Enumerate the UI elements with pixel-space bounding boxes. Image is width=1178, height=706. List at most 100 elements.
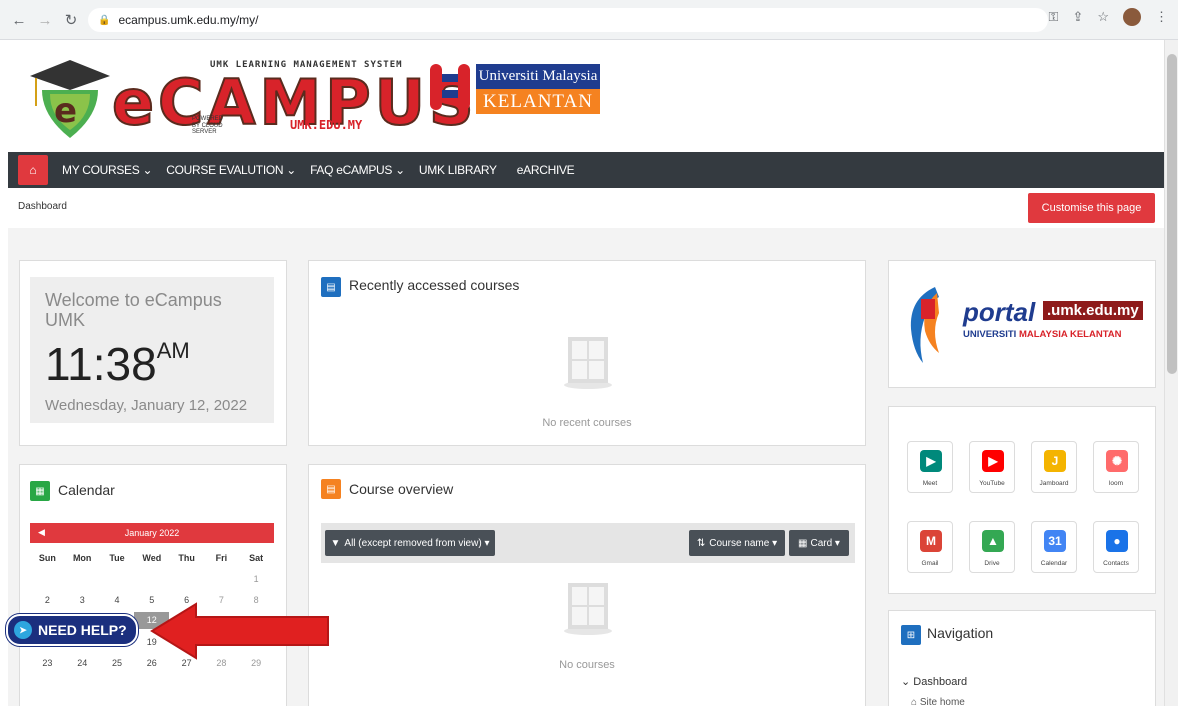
recent-courses-block: ▤ Recently accessed courses No recent co… [308,260,866,446]
navigation-block: ⊞ Navigation ⌄ Dashboard ⌂ Site home [888,610,1156,706]
contacts-icon: ● [1106,530,1128,552]
calendar-day[interactable]: 1 [239,574,274,584]
profile-avatar[interactable] [1123,8,1141,26]
app-label: Calendar [1040,560,1068,567]
app-label: Jamboard [1039,480,1069,487]
main-navbar: ⌂ MY COURSES ⌄ COURSE EVALUTION ⌄ FAQ eC… [8,152,1164,188]
app-tile-gmail[interactable]: M Gmail [907,521,953,573]
gmail-icon: M [920,530,942,552]
clock-display: 11:38AM [45,338,190,390]
breadcrumb: Dashboard Customise this page [8,188,1164,228]
address-bar[interactable]: 🔒 ecampus.umk.edu.my/my/ [88,8,1048,32]
portal-brand: portal [963,297,1036,327]
calendar-day[interactable]: 23 [30,658,65,668]
app-label: YouTube [979,480,1005,487]
app-tile-contacts[interactable]: ● Contacts [1093,521,1139,573]
app-tile-calendar[interactable]: 31 Calendar [1031,521,1077,573]
chevron-down-icon: ⌄ [901,676,911,688]
calendar-prev-icon[interactable]: ◀ [38,527,45,538]
graduation-cap-icon: e [30,60,110,138]
nav-earchive[interactable]: eARCHIVE [517,163,575,177]
no-recent-courses-text: No recent courses [542,417,632,429]
app-label: Contacts [1103,560,1129,567]
calendar-day[interactable]: 4 [100,595,135,605]
calendar-day[interactable]: 24 [65,658,100,668]
app-tile-youtube[interactable]: ▶ YouTube [969,441,1015,493]
empty-courses-icon [564,337,612,389]
share-icon[interactable]: ⇪ [1072,9,1083,25]
back-icon[interactable]: ← [8,9,30,31]
app-tile-loom[interactable]: ✺ loom [1093,441,1139,493]
meet-icon: ▶ [920,450,942,472]
youtube-icon: ▶ [982,450,1004,472]
welcome-greeting: Welcome to eCampus UMK [45,290,222,330]
nav-my-courses[interactable]: MY COURSES ⌄ [62,163,153,177]
nav-umk-library[interactable]: UMK LIBRARY [419,163,497,177]
customise-page-button[interactable]: Customise this page [1028,193,1155,223]
portal-logo[interactable]: portal .umk.edu.my UNIVERSITI MALAYSIA K… [903,279,1143,369]
app-tile-meet[interactable]: ▶ Meet [907,441,953,493]
sort-icon: ⇅ [696,537,706,549]
lock-icon: 🔒 [98,14,111,26]
calendar-day[interactable]: 2 [30,595,65,605]
calendar-block: ▦ Calendar ◀ January 2022 Sun Mon Tue Wed Th… [19,464,287,706]
calendar-weekday: Wed [142,552,162,563]
recent-courses-icon: ▤ [321,277,341,297]
navigation-icon: ⊞ [901,625,921,645]
portal-domain: .umk.edu.my [1043,301,1143,320]
red-arrow-icon [150,602,329,660]
apps-block: ▶ Meet ▶ YouTube J Jamboard ✺ loom M Gmail ▲ Drive 3… [888,406,1156,594]
site-header: e UMK LEARNING MANAGEMENT SYSTEM eCAMPUS… [8,40,1164,152]
star-icon[interactable]: ☆ [1097,9,1109,25]
calendar-weekday: Sun [38,552,56,563]
portal-subtitle: UNIVERSITI MALAYSIA KELANTAN [963,329,1122,340]
logo-url: UMK.EDU.MY [290,118,363,132]
nav-tree-dashboard[interactable]: ⌄ Dashboard [901,675,967,688]
home-icon[interactable]: ⌂ [18,155,48,185]
university-name-bottom: KELANTAN [476,89,600,114]
telegram-icon: ➤ [14,621,32,639]
need-help-button[interactable]: ➤ NEED HELP? [6,614,138,646]
sort-dropdown-button[interactable]: ⇅ Course name ▾ [689,530,785,556]
forward-icon[interactable]: → [34,9,56,31]
calendar-day[interactable]: 3 [65,595,100,605]
nav-faq-ecampus[interactable]: FAQ eCAMPUS ⌄ [310,163,405,177]
calendar-month-header: ◀ January 2022 [30,523,274,543]
calendar-weekday-row: Sun Mon Tue Wed Thu Fri Sat [30,547,274,568]
nav-course-evalution[interactable]: COURSE EVALUTION ⌄ [166,163,296,177]
course-overview-block: ▤ Course overview ▼ All (except removed … [308,464,866,706]
current-date: Wednesday, January 12, 2022 [45,397,248,414]
url-text: ecampus.umk.edu.my/my/ [118,13,259,27]
course-overview-icon: ▤ [321,479,341,499]
calendar-weekday: Tue [109,552,125,563]
app-label: Meet [922,480,938,487]
scrollbar-thumb[interactable] [1167,54,1177,374]
app-label: Drive [984,560,1000,567]
calendar-day[interactable]: 25 [100,658,135,668]
svg-text:e: e [54,91,77,131]
menu-icon[interactable]: ⋮ [1155,9,1168,25]
app-tile-jamboard[interactable]: J Jamboard [1031,441,1077,493]
view-dropdown-button[interactable]: ▦ Card ▾ [789,530,849,556]
calendar-weekday: Thu [178,552,195,563]
calendar-weekday: Mon [72,552,92,563]
university-logo[interactable]: Universiti Malaysia KELANTAN [476,64,600,114]
breadcrumb-dashboard[interactable]: Dashboard [18,201,67,212]
browser-toolbar: ← → ↻ 🔒 ecampus.umk.edu.my/my/ ⚿ ⇪ ☆ ⋮ [0,0,1178,40]
nav-tree-site-home[interactable]: ⌂ Site home [911,697,965,706]
portal-emblem-icon [910,287,939,363]
app-label: Gmail [921,560,939,567]
course-overview-title: Course overview [349,481,454,497]
navigation-title: Navigation [927,625,994,641]
ecampus-logo[interactable]: e UMK LEARNING MANAGEMENT SYSTEM eCAMPUS… [20,46,475,146]
umk-emblem-icon [430,64,470,110]
filter-dropdown-button[interactable]: ▼ All (except removed from view) ▾ [325,530,495,556]
reload-icon[interactable]: ↻ [60,9,82,31]
app-tile-drive[interactable]: ▲ Drive [969,521,1015,573]
loom-icon: ✺ [1106,450,1128,472]
key-icon[interactable]: ⚿ [1049,9,1059,25]
welcome-block: Welcome to eCampus UMK 11:38AM Wednesday… [19,260,287,446]
page-scrollbar[interactable] [1164,40,1178,706]
calendar-weekday: Sat [249,552,264,563]
no-courses-text: No courses [559,659,615,671]
